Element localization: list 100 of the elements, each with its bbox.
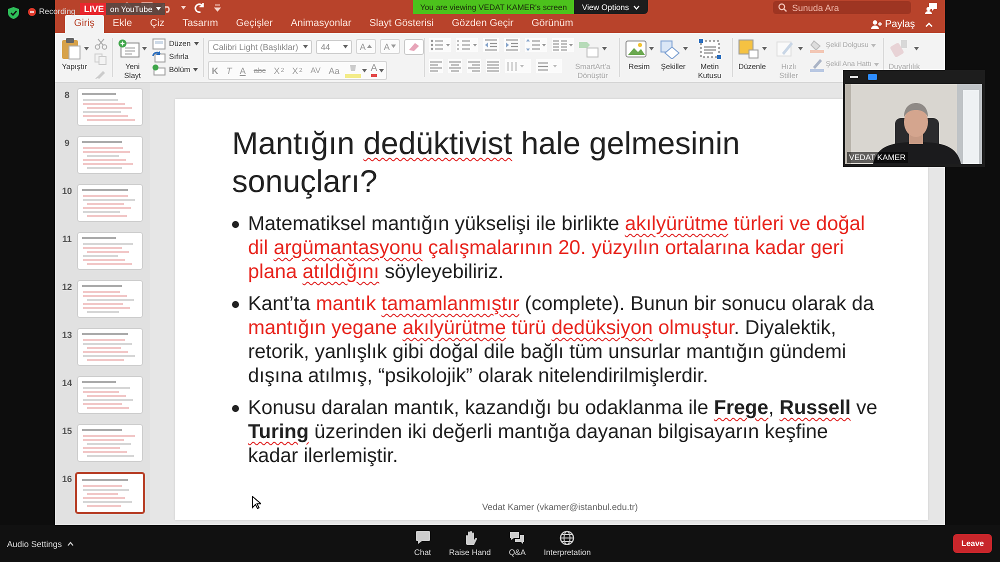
slide-title: Mantığın dedüktivist hale gelmesinin sonuçları? <box>232 124 741 200</box>
slide-number: 15 <box>60 425 73 436</box>
font-color-button[interactable]: A <box>368 64 386 77</box>
format-button[interactable]: A <box>236 63 249 78</box>
caret-icon[interactable] <box>194 42 199 46</box>
toolbar-button[interactable]: Raise Hand <box>449 530 491 557</box>
up-arrow-icon <box>366 44 372 49</box>
layout-icon <box>152 38 166 50</box>
caret-icon[interactable] <box>682 47 688 51</box>
audio-settings-button[interactable]: Audio Settings <box>7 538 74 548</box>
search-icon <box>778 3 787 12</box>
ribbon-tab[interactable]: Giriş <box>65 15 104 33</box>
align-center-icon[interactable] <box>448 59 462 73</box>
slide-thumbnail[interactable] <box>75 472 145 514</box>
bullet-list-icon[interactable] <box>428 38 451 52</box>
text-direction-icon[interactable] <box>504 59 531 73</box>
ribbon-tab[interactable]: Görünüm <box>522 15 582 33</box>
columns-icon[interactable] <box>552 38 574 52</box>
search-field[interactable]: Sunuda Ara <box>773 1 911 14</box>
font-size-field[interactable]: 44 <box>316 40 352 54</box>
screen-share-banner: You are viewing VEDAT KAMER's screen <box>413 0 574 14</box>
ribbon-tab[interactable]: Gözden Geçir <box>442 15 522 33</box>
format-painter-icon[interactable] <box>94 68 108 80</box>
minimize-icon[interactable] <box>850 76 858 78</box>
live-badge: LIVE <box>80 3 108 15</box>
redo-icon[interactable] <box>194 2 206 13</box>
smartart-icon <box>578 39 600 59</box>
caret-icon[interactable] <box>193 68 198 72</box>
collapse-icon[interactable] <box>925 22 933 26</box>
down-arrow-icon <box>390 44 396 49</box>
share-button[interactable]: Paylaş <box>870 18 915 30</box>
new-slide-icon <box>118 39 140 59</box>
arrange-icon <box>738 39 760 59</box>
ribbon-tab[interactable]: Animasyonlar <box>282 15 360 33</box>
cut-icon[interactable] <box>94 38 108 50</box>
caret-icon[interactable] <box>181 6 186 10</box>
font-field[interactable]: Calibri Light (Başlıklar) <box>208 40 312 54</box>
text-box-icon <box>698 39 721 59</box>
slide-number: 10 <box>60 185 73 196</box>
clipboard-icon <box>60 37 82 61</box>
ribbon-tab[interactable]: Tasarım <box>173 15 228 33</box>
chevron-down-icon <box>633 4 640 10</box>
participant-name: VEDAT KAMER <box>847 152 908 163</box>
format-button[interactable]: T <box>223 63 235 78</box>
caret-icon[interactable] <box>84 47 89 51</box>
globe-icon <box>559 530 576 545</box>
image-icon <box>624 39 647 59</box>
caret-icon[interactable] <box>156 7 162 11</box>
toolbar-button[interactable]: Interpretation <box>544 530 591 557</box>
ribbon-tab[interactable]: Çiz <box>141 15 174 33</box>
clear-formatting-icon[interactable] <box>404 38 424 54</box>
slide-number: 11 <box>61 233 73 244</box>
align-left-icon[interactable] <box>428 59 443 73</box>
increase-indent-icon[interactable] <box>504 38 520 52</box>
align-right-icon[interactable] <box>466 59 481 73</box>
record-icon <box>28 8 36 16</box>
align-text-icon[interactable] <box>536 59 562 73</box>
slide-number: 12 <box>60 281 73 292</box>
ribbon-tab[interactable]: Ekle <box>104 15 142 33</box>
format-button[interactable]: X$^{2}$ <box>270 63 288 78</box>
format-button[interactable]: Aa <box>326 63 343 78</box>
format-button[interactable]: K <box>208 63 222 78</box>
shrink-font-button[interactable]: A <box>380 39 400 54</box>
ribbon-tab[interactable]: Geçişler <box>227 15 282 33</box>
bullet-icon <box>232 405 239 412</box>
shapes-icon <box>658 39 681 59</box>
ribbon-tab[interactable]: Slayt Gösterisi <box>360 15 443 33</box>
caret-icon[interactable] <box>762 47 767 51</box>
comment-icon[interactable] <box>925 2 937 14</box>
view-options-button[interactable]: View Options <box>574 0 648 14</box>
grow-font-button[interactable]: A <box>356 39 376 54</box>
bullet-icon <box>232 301 239 308</box>
stream-menu[interactable]: on YouTube <box>106 3 166 15</box>
caret-icon[interactable] <box>362 68 367 72</box>
decrease-indent-icon[interactable] <box>482 38 499 52</box>
leave-button[interactable]: Leave <box>953 534 992 553</box>
caret-icon[interactable] <box>342 44 348 48</box>
slide-number: 13 <box>60 329 73 340</box>
copy-icon[interactable] <box>94 53 108 65</box>
line-spacing-icon[interactable] <box>524 38 547 52</box>
add-person-icon <box>870 20 882 28</box>
bullet-text: Konusu daralan mantık, kazandığı bu odaklanma ile Frege, Russell ve Turing üzerinden iki değerli mantığa dayanan bilgisayarın keşfine kadar ilerlemiştir. <box>248 396 878 468</box>
toolbar-button[interactable]: Chat <box>414 530 432 557</box>
reset-icon <box>152 50 166 62</box>
customize-icon[interactable] <box>214 2 221 13</box>
paint-bucket-icon <box>810 38 824 52</box>
chat-icon <box>414 530 431 545</box>
bullet-text: Matematiksel mantığın yükselişi ile birlikte akılyürütme türleri ve doğal dil argümantasyonu çalışmalarının 20. yüzyılın ortalarına kadar geri plana atıldığını söyleyebiliriz. <box>248 212 866 284</box>
justify-icon[interactable] <box>486 59 500 73</box>
bullet-icon <box>232 221 239 228</box>
section-icon <box>152 64 166 76</box>
caret-icon[interactable] <box>379 68 384 72</box>
caret-icon[interactable] <box>142 47 147 51</box>
slide-number: 9 <box>63 137 70 148</box>
format-button[interactable]: AV <box>308 63 324 78</box>
caret-icon[interactable] <box>648 47 654 51</box>
toolbar-button[interactable]: Q&A <box>508 530 526 557</box>
bullet-text: Kant’ta mantık tamamlanmıştır (complete). Bunun bir sonucu olarak da mantığın yegane akılyürütme türü dedüksiyon olmuştur. Diyalektik, retorik, yanlışlık gibi doğal dile bağlı tüm unsurlar mantığın gündemi dışına atılmış, “psikolojik” olarak nitelendirilmişlerdir. <box>248 292 875 388</box>
numbered-list-icon[interactable] <box>456 38 478 52</box>
caret-icon[interactable] <box>302 44 308 48</box>
